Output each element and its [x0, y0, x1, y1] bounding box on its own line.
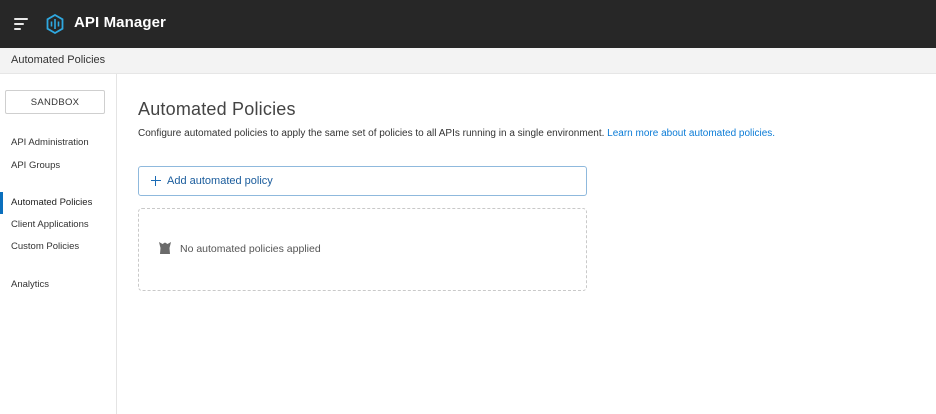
policy-shield-icon	[159, 242, 171, 254]
environment-selector-button[interactable]: SANDBOX	[5, 90, 105, 114]
active-item-marker	[0, 192, 3, 214]
page-title: Automated Policies	[138, 99, 296, 119]
breadcrumb-bar: Automated Policies	[0, 48, 936, 74]
sidebar-item-client-applications[interactable]: Client Applications	[11, 219, 89, 230]
plus-icon	[151, 176, 161, 186]
learn-more-link[interactable]: Learn more about automated policies.	[607, 128, 775, 139]
empty-state-panel: No automated policies applied	[138, 208, 587, 291]
breadcrumb: Automated Policies	[11, 54, 106, 66]
hamburger-menu-icon[interactable]	[14, 18, 28, 30]
empty-state-text: No automated policies applied	[180, 243, 321, 255]
sidebar-item-api-administration[interactable]: API Administration	[11, 137, 89, 148]
add-automated-policy-label: Add automated policy	[167, 175, 273, 187]
top-navigation-bar: API Manager	[0, 0, 936, 48]
sidebar: SANDBOX API Administration API Groups Au…	[0, 74, 117, 414]
sidebar-item-custom-policies[interactable]: Custom Policies	[11, 241, 79, 252]
sidebar-item-analytics[interactable]: Analytics	[11, 279, 49, 290]
add-automated-policy-button[interactable]: Add automated policy	[138, 166, 587, 196]
sidebar-item-automated-policies[interactable]: Automated Policies	[11, 197, 92, 208]
app-title[interactable]: API Manager	[74, 14, 166, 31]
page-description: Configure automated policies to apply th…	[138, 128, 775, 139]
description-text: Configure automated policies to apply th…	[138, 128, 605, 139]
mulesoft-logo-icon[interactable]	[46, 14, 64, 34]
sidebar-item-api-groups[interactable]: API Groups	[11, 160, 60, 171]
